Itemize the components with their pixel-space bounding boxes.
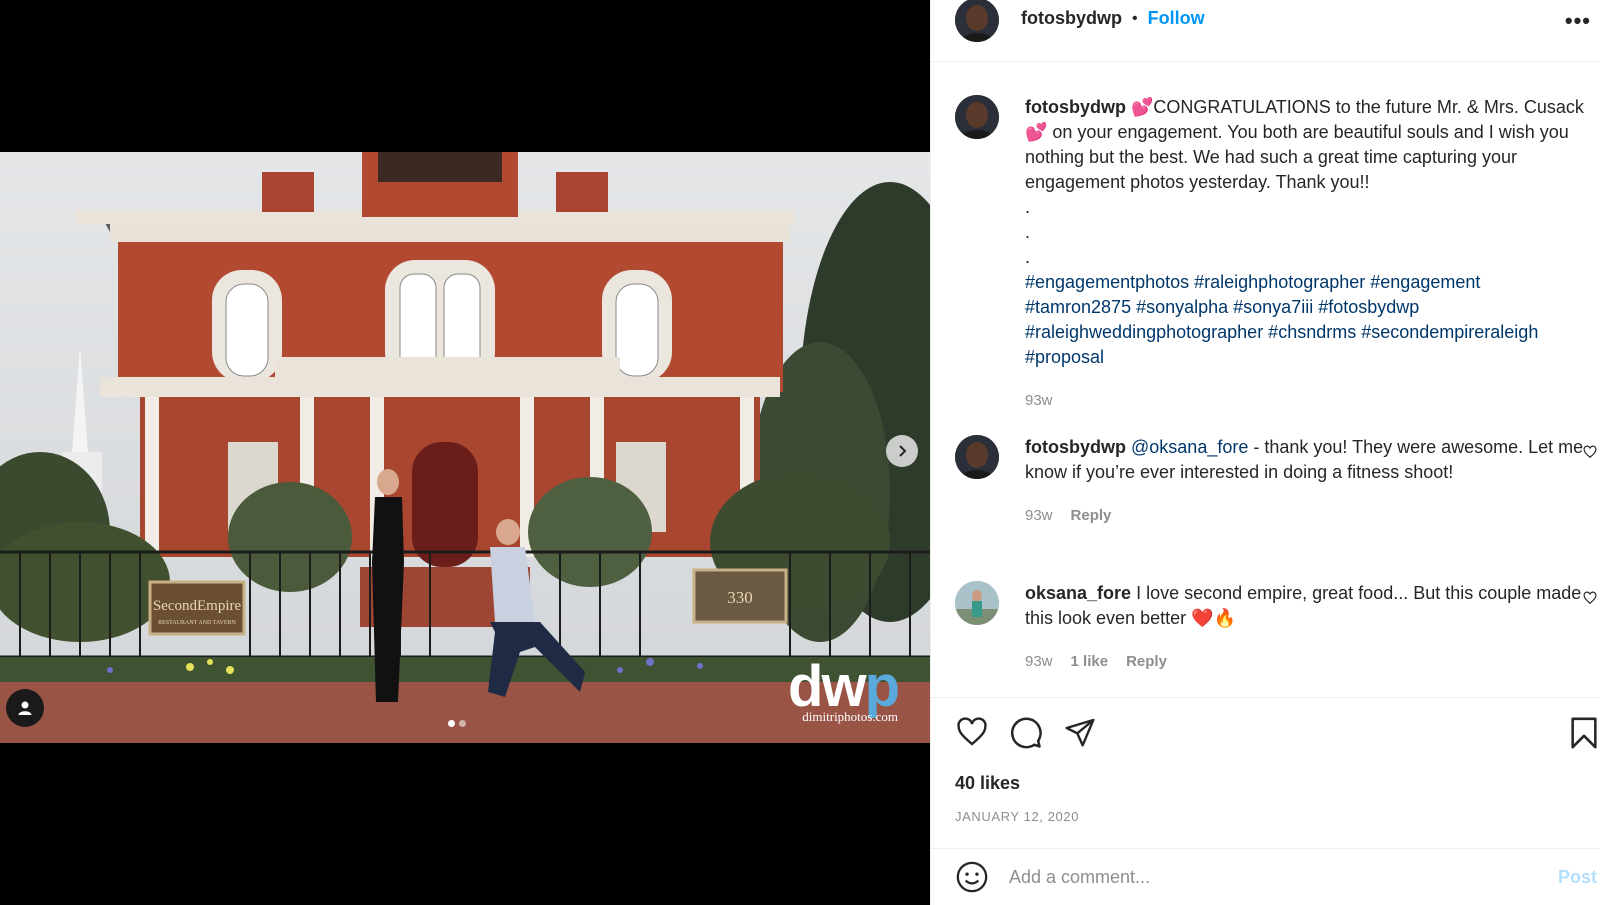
comment-meta: 93w Reply: [1025, 503, 1585, 528]
watermark: dwp dimitriphotos.com: [788, 654, 900, 725]
comment-reply-button[interactable]: Reply: [1126, 649, 1167, 674]
action-bar: [931, 697, 1600, 759]
media-viewer: SecondEmpire RESTAURANT AND TAVERN 330 d…: [0, 0, 930, 905]
caption-dot: .: [1025, 197, 1031, 217]
avatar[interactable]: [955, 0, 999, 42]
comment: oksana_fore I love second empire, great …: [955, 581, 1600, 674]
comment-timestamp[interactable]: 93w: [1025, 649, 1053, 674]
user-tag-icon: [18, 701, 32, 715]
comment-meta: 93w 1 like Reply: [1025, 649, 1585, 674]
caption-username[interactable]: fotosbydwp: [1025, 97, 1126, 117]
carousel-dot: [459, 720, 466, 727]
comment-body: oksana_fore I love second empire, great …: [1025, 581, 1585, 674]
post-comment-button[interactable]: Post: [1558, 867, 1597, 888]
comment-like-heart-icon[interactable]: [1583, 591, 1597, 605]
caption: fotosbydwp 💕CONGRATULATIONS to the futur…: [955, 95, 1585, 413]
chevron-right-icon: [899, 445, 907, 457]
carousel-dot-active: [448, 720, 455, 727]
watermark-logo: dwp: [788, 654, 900, 719]
add-comment-bar: Post: [931, 848, 1600, 905]
more-options-icon[interactable]: •••: [1565, 8, 1591, 34]
user-tag-button[interactable]: [6, 689, 44, 727]
avatar[interactable]: [955, 435, 999, 479]
header-separator: •: [1132, 9, 1138, 27]
comment-body: fotosbydwp @oksana_fore - thank you! The…: [1025, 435, 1585, 528]
profile-photo: [955, 95, 999, 139]
sign-right-text: 330: [727, 588, 753, 607]
caption-dot: .: [1025, 247, 1031, 267]
share-icon[interactable]: [1063, 716, 1097, 748]
profile-photo: [955, 581, 999, 625]
comment-icon[interactable]: [1009, 716, 1043, 750]
next-image-button[interactable]: [886, 435, 918, 467]
comment-username[interactable]: fotosbydwp: [1025, 437, 1126, 457]
avatar[interactable]: [955, 581, 999, 625]
profile-photo: [955, 0, 999, 42]
post-header: fotosbydwp • Follow •••: [931, 0, 1600, 62]
comment-timestamp[interactable]: 93w: [1025, 503, 1053, 528]
caption-timestamp[interactable]: 93w: [1025, 388, 1585, 413]
post-photo[interactable]: SecondEmpire RESTAURANT AND TAVERN 330 d…: [0, 152, 930, 743]
comment-username[interactable]: oksana_fore: [1025, 583, 1131, 603]
post-side-panel: fotosbydwp • Follow ••• fotosbydwp 💕CONG…: [930, 0, 1600, 905]
profile-photo: [955, 435, 999, 479]
comment: fotosbydwp @oksana_fore - thank you! The…: [955, 435, 1600, 528]
bookmark-icon[interactable]: [1569, 716, 1599, 750]
avatar[interactable]: [955, 95, 999, 139]
sign-left-text: SecondEmpire: [153, 598, 242, 614]
follow-button[interactable]: Follow: [1148, 8, 1205, 29]
heart-icon[interactable]: [955, 716, 989, 748]
comment-mention[interactable]: @oksana_fore: [1131, 437, 1248, 457]
caption-dot: .: [1025, 222, 1031, 242]
add-comment-input[interactable]: [1009, 866, 1529, 888]
likes-count[interactable]: 40 likes: [955, 773, 1020, 794]
comment-reply-button[interactable]: Reply: [1071, 503, 1112, 528]
carousel-indicator: [448, 720, 466, 727]
comment-likes-count[interactable]: 1 like: [1071, 649, 1109, 674]
watermark-url: dimitriphotos.com: [802, 709, 898, 724]
emoji-icon[interactable]: [955, 860, 989, 894]
caption-hashtags[interactable]: #engagementphotos #raleighphotographer #…: [1025, 270, 1585, 370]
header-username[interactable]: fotosbydwp: [1021, 8, 1122, 29]
post-date[interactable]: JANUARY 12, 2020: [955, 809, 1079, 824]
caption-text: fotosbydwp 💕CONGRATULATIONS to the futur…: [1025, 95, 1585, 413]
comment-like-heart-icon[interactable]: [1583, 445, 1597, 459]
sign-left-subtext: RESTAURANT AND TAVERN: [158, 620, 236, 626]
